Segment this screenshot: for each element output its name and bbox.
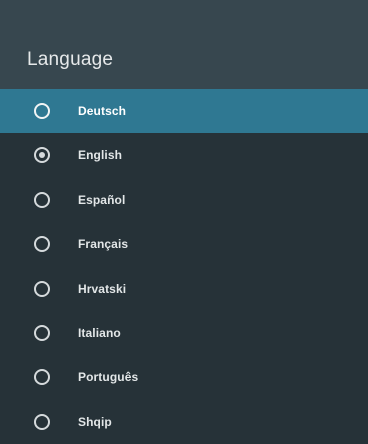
language-label: Hrvatski xyxy=(78,281,127,296)
language-label: Shqip xyxy=(78,414,112,429)
language-option-deutsch[interactable]: Deutsch xyxy=(0,89,368,133)
radio-unchecked-icon[interactable] xyxy=(34,103,50,119)
language-label: Deutsch xyxy=(78,104,127,118)
radio-unchecked-icon[interactable] xyxy=(34,324,50,341)
language-list: Deutsch English Español Français Hrvatsk… xyxy=(0,89,368,444)
language-settings-panel: Language Deutsch English Español Françai… xyxy=(0,0,368,438)
radio-checked-icon[interactable] xyxy=(34,147,50,164)
radio-unchecked-icon[interactable] xyxy=(34,369,50,386)
language-option-espanol[interactable]: Español xyxy=(0,178,368,222)
language-label: English xyxy=(78,148,123,163)
language-option-portugues[interactable]: Português xyxy=(0,355,368,399)
radio-unchecked-icon[interactable] xyxy=(34,236,50,253)
language-label: Français xyxy=(78,237,129,252)
language-option-shqip[interactable]: Shqip xyxy=(0,400,368,444)
page-title: Language xyxy=(27,49,114,70)
language-option-hrvatski[interactable]: Hrvatski xyxy=(0,267,368,311)
language-label: Português xyxy=(78,370,139,385)
radio-unchecked-icon[interactable] xyxy=(34,413,50,430)
language-option-francais[interactable]: Français xyxy=(0,222,368,266)
language-label: Italiano xyxy=(78,325,121,340)
language-option-english[interactable]: English xyxy=(0,133,368,177)
language-label: Español xyxy=(78,192,126,207)
radio-dot xyxy=(39,152,45,159)
radio-unchecked-icon[interactable] xyxy=(34,280,50,297)
panel-header: Language xyxy=(0,0,368,89)
radio-unchecked-icon[interactable] xyxy=(34,191,50,208)
language-option-italiano[interactable]: Italiano xyxy=(0,311,368,355)
